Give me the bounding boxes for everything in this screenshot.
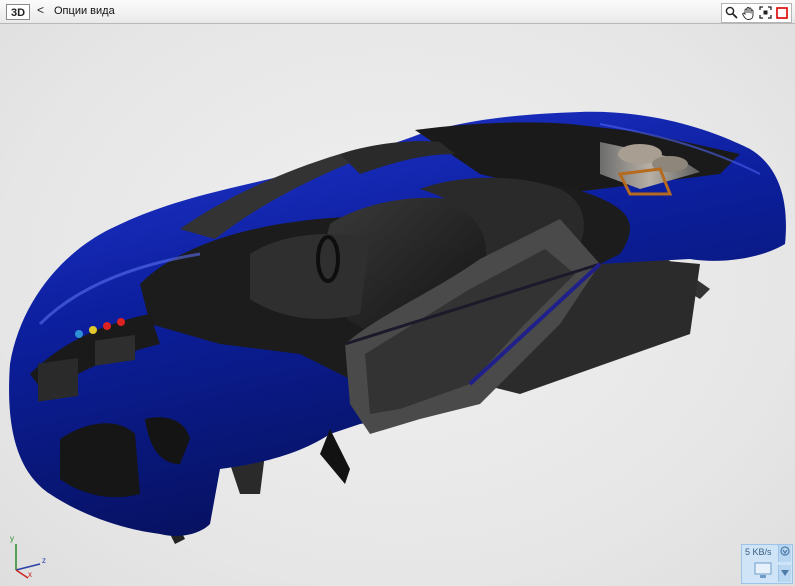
car-3d-model[interactable] bbox=[0, 24, 795, 586]
scroll-up-button[interactable] bbox=[778, 545, 791, 562]
network-status-widget[interactable]: 5 KB/s bbox=[741, 544, 793, 584]
3d-viewport[interactable]: y z x 5 KB/s bbox=[0, 24, 795, 586]
axis-gizmo: y z x bbox=[6, 534, 52, 580]
back-button[interactable]: < bbox=[37, 3, 44, 17]
monitor-icon bbox=[754, 562, 772, 578]
hand-icon bbox=[741, 6, 753, 20]
fit-frame-icon bbox=[758, 6, 772, 19]
magnifier-icon bbox=[725, 6, 738, 19]
toolbar-tools bbox=[721, 3, 792, 23]
arrow-down-circle-icon bbox=[780, 546, 790, 556]
viewer-toolbar: 3D < Опции вида bbox=[0, 0, 795, 24]
axis-x-label: x bbox=[28, 570, 32, 579]
red-square-icon bbox=[776, 6, 788, 19]
3d-mode-button[interactable]: 3D bbox=[6, 4, 30, 20]
network-rate-text: 5 KB/s bbox=[745, 547, 772, 557]
pan-button[interactable] bbox=[740, 4, 756, 21]
axis-z-label: z bbox=[42, 556, 46, 565]
fit-view-button[interactable] bbox=[757, 4, 773, 21]
axis-y-label: y bbox=[10, 534, 14, 543]
triangle-down-icon bbox=[781, 570, 789, 576]
zoom-button[interactable] bbox=[723, 4, 739, 21]
view-options-title[interactable]: Опции вида bbox=[54, 5, 115, 17]
dropdown-button[interactable] bbox=[778, 565, 791, 582]
record-button[interactable] bbox=[774, 4, 790, 21]
